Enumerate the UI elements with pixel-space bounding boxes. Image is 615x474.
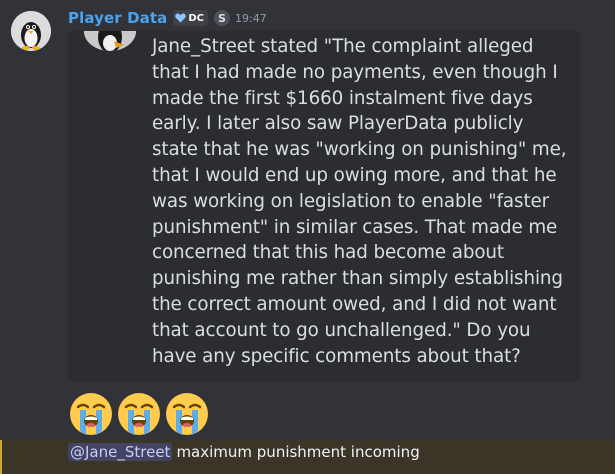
message: Player Data DC S 19:47 Jane_Street state… bbox=[0, 0, 615, 440]
loudly-crying-face-icon bbox=[166, 393, 208, 435]
quoted-author-avatar bbox=[84, 31, 136, 51]
heart-icon bbox=[175, 13, 187, 23]
server-tag[interactable]: DC bbox=[173, 10, 208, 26]
server-tag-label: DC bbox=[188, 12, 204, 24]
username[interactable]: Player Data bbox=[68, 9, 167, 27]
loudly-crying-face-icon bbox=[118, 393, 160, 435]
quoted-message-embed: Jane_Street stated "The complaint allege… bbox=[68, 31, 580, 382]
user-mention[interactable]: @Jane_Street bbox=[68, 443, 173, 461]
avatar[interactable] bbox=[11, 11, 51, 51]
timestamp: 19:47 bbox=[234, 11, 267, 25]
mentioned-message: @Jane_Street maximum punishment incoming bbox=[0, 440, 615, 474]
reply-text: maximum punishment incoming bbox=[176, 443, 420, 461]
quoted-message-text: Jane_Street stated "The complaint allege… bbox=[152, 36, 567, 367]
reaction-row bbox=[68, 391, 212, 437]
loudly-crying-face-icon bbox=[70, 393, 112, 435]
message-header: Player Data DC S 19:47 bbox=[68, 8, 267, 28]
role-badge-icon[interactable]: S bbox=[213, 10, 230, 26]
reply-content: @Jane_Street maximum punishment incoming bbox=[68, 443, 420, 461]
penguin-avatar-icon bbox=[11, 11, 51, 51]
penguin-thumbnail-icon bbox=[84, 31, 136, 51]
mention-highlight-bar bbox=[0, 440, 2, 474]
